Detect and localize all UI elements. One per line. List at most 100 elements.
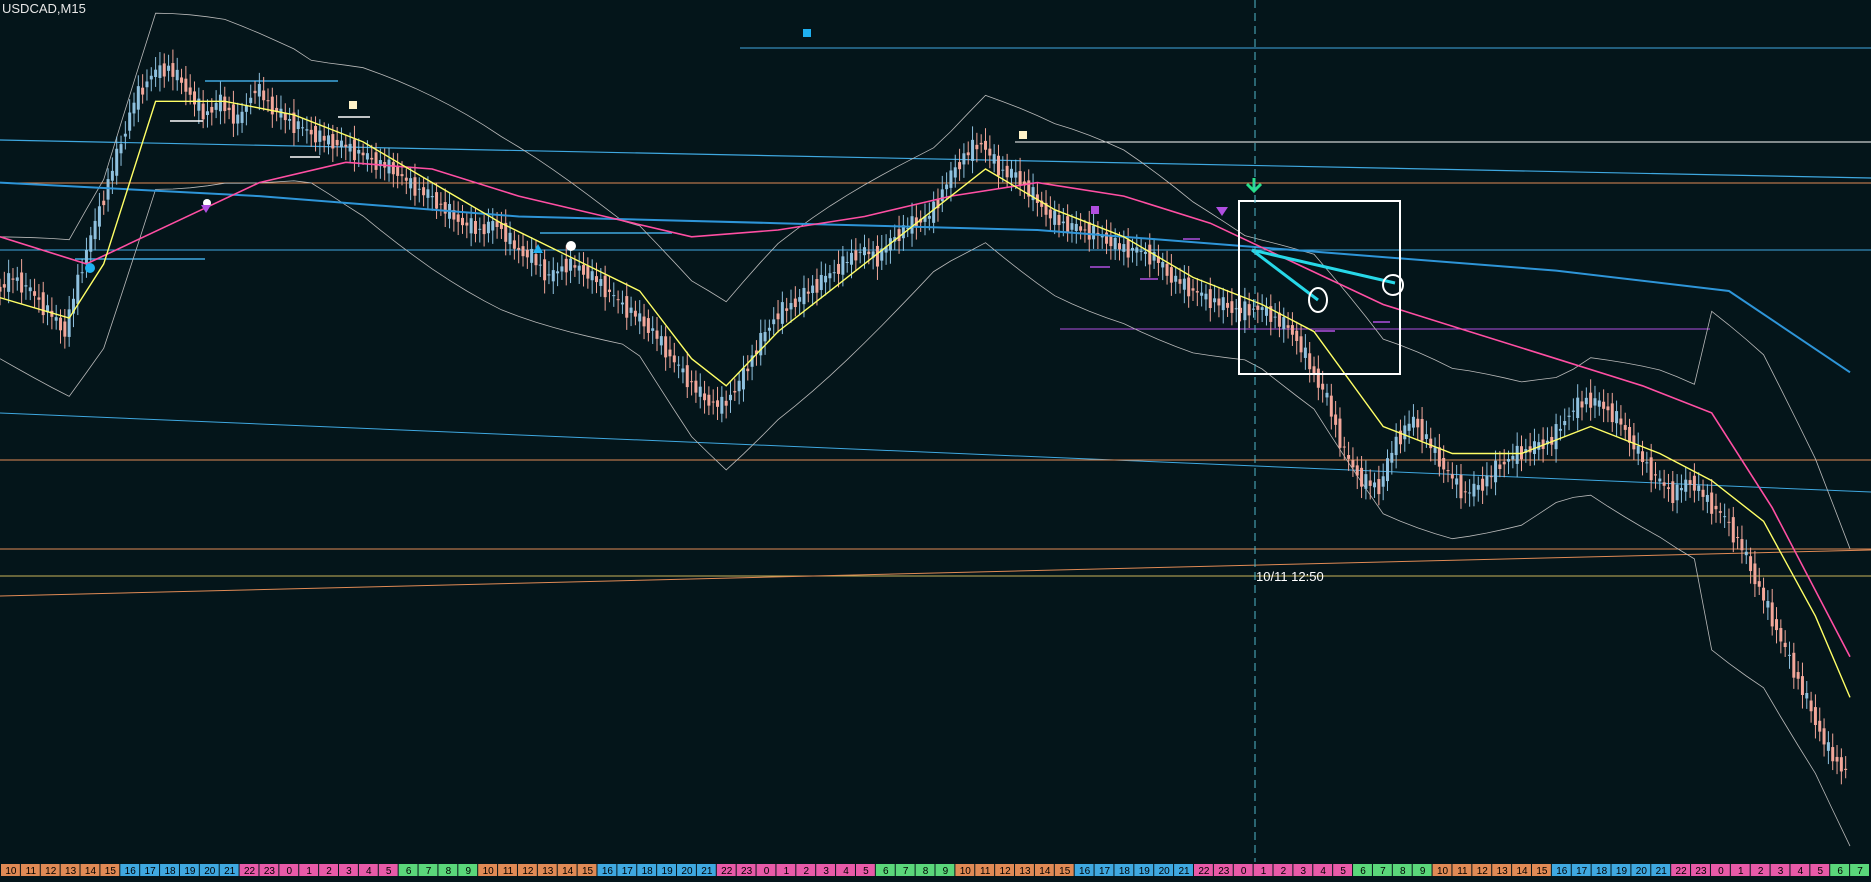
candle-body [1394,436,1398,456]
candle-body [862,247,866,256]
candle-body [1450,474,1454,479]
candle-body [1468,492,1472,494]
time-axis-label: 17 [622,866,634,877]
candle-body [1191,288,1195,291]
candle-body [798,297,802,302]
signal-square-cream-2 [1019,131,1027,139]
candle-body [668,349,672,357]
candle-body [1113,237,1117,250]
candle-body [1558,428,1562,431]
candle-body [594,276,598,283]
time-axis-label: 2 [803,866,809,877]
candle-body [716,400,720,407]
candle-body [327,135,331,145]
time-axis-label: 11 [503,866,514,877]
candle-body [1744,551,1748,556]
candle-body [1705,494,1709,502]
candle-body [370,157,374,160]
candle-body [154,69,158,78]
time-axis-label: 20 [1636,866,1648,877]
candle-body [1373,482,1377,488]
candle-body [1688,480,1692,485]
time-axis-label: 5 [1340,866,1346,877]
candle-body [837,263,841,274]
candle-body [473,220,477,234]
candle-body [728,394,732,401]
candle-body [1295,330,1299,342]
candle-body [1018,171,1022,186]
candle-body [1584,397,1588,405]
candle-body [1386,458,1389,482]
time-axis-label: 17 [1099,866,1111,877]
candle-body [733,390,737,393]
candle-body [1139,250,1143,252]
signal-square-blue [803,29,811,37]
candle-body [1636,445,1640,454]
candle-body [1494,460,1498,483]
candle-body [1074,223,1078,231]
candle-body [357,149,361,154]
time-axis-label: 11 [26,866,37,877]
time-axis-label: 22 [1676,866,1688,877]
time-axis-label: 10 [960,866,972,877]
candle-body [1727,521,1731,523]
time-axis-label: 9 [1420,866,1426,877]
candle-body [1831,747,1835,762]
candle-body [633,310,637,317]
candle-body [1770,602,1774,627]
time-axis-label: 18 [642,866,654,877]
candle-body [128,112,132,131]
candle-body [1455,478,1459,485]
candle-body [1252,308,1256,310]
candle-body [175,69,179,81]
candle-body [1844,768,1848,770]
candle-body [180,77,184,83]
candle-body [1736,537,1740,539]
candle-body [396,166,400,176]
price-chart[interactable]: 10/11 12:50 10 11 12 13 14 15 16 17 18 19 20 21 22 23… [0,0,1871,882]
time-axis-label: 16 [1079,866,1091,877]
candle-body [1740,539,1744,551]
candle-body [1671,481,1675,504]
candle-body [132,102,136,114]
time-axis-label: 19 [184,866,196,877]
candle-body [339,140,343,148]
candle-body [413,177,417,196]
time-axis-label: 5 [1818,866,1824,877]
candle-body [521,246,525,257]
candle-body [11,278,15,280]
time-axis-label: 4 [1798,866,1804,877]
candle-body [76,274,80,304]
time-axis-label: 2 [326,866,332,877]
candle-body [538,264,542,266]
candle-body [1641,451,1645,462]
candle-body [1779,628,1783,642]
candle-body [1364,474,1368,489]
candle-body [1178,279,1182,284]
time-axis-label: 19 [662,866,674,877]
time-axis-label: 22 [721,866,733,877]
candle-body [348,143,352,152]
candle-body [167,65,171,71]
candle-body [996,155,1000,176]
candle-body [1485,475,1489,487]
candle-body [1355,465,1359,476]
candle-body [430,196,434,198]
time-axis-label: 7 [1857,866,1863,877]
candle-body [2,284,6,288]
candle-body [301,127,305,129]
candle-body [1087,222,1091,240]
candle-body [283,112,287,121]
candle-body [1757,581,1761,587]
candle-body [564,258,568,273]
cursor-time-label: 10/11 12:50 [1256,569,1324,584]
candle-body [1256,305,1260,310]
time-axis-label: 8 [923,866,929,877]
candle-body [184,78,188,92]
candle-body [1589,392,1593,408]
candle-body [97,206,101,227]
candle-body [1511,455,1515,460]
time-axis-label: 0 [764,866,770,877]
candle-body [724,400,728,406]
candle-body [1666,487,1670,489]
